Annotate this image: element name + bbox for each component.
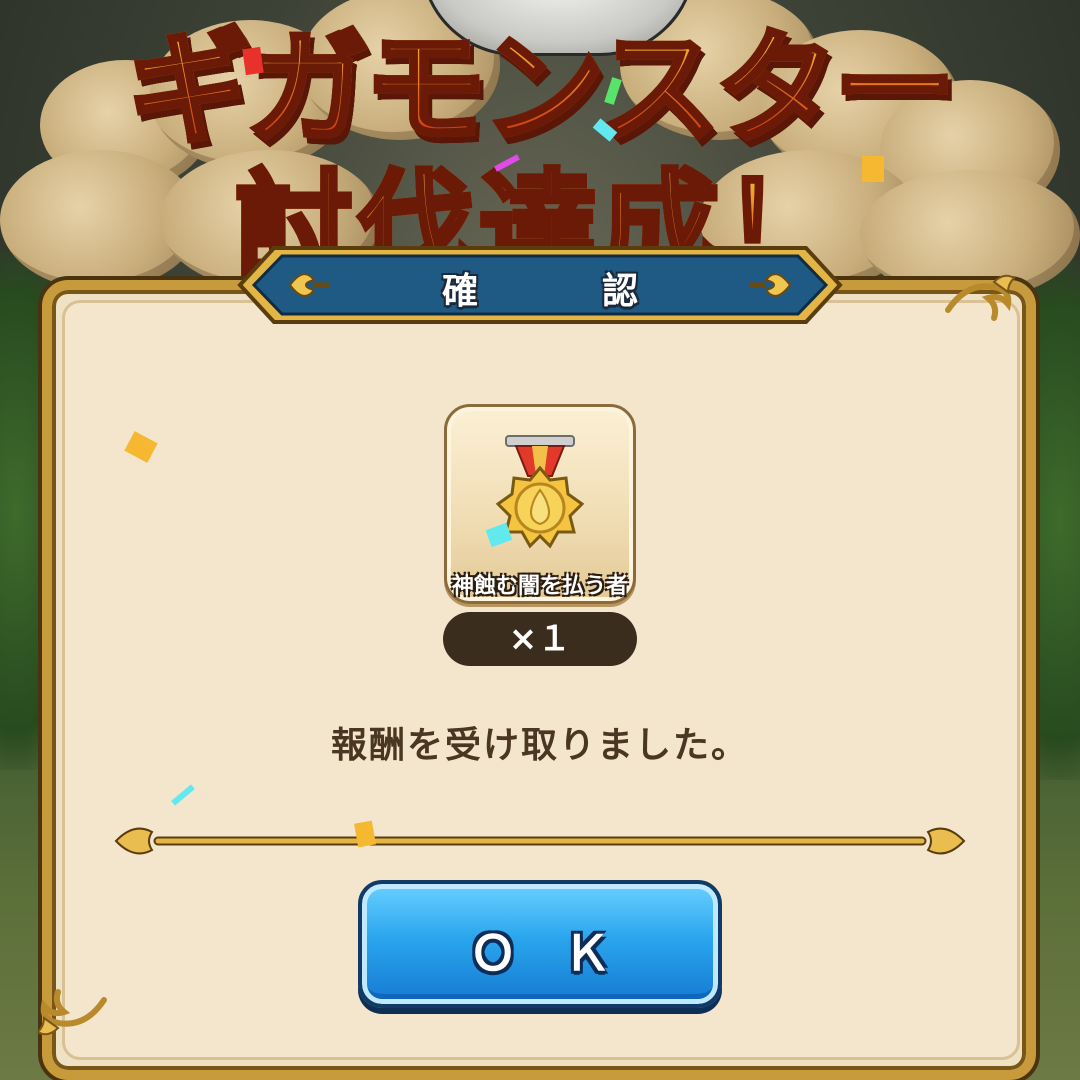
ornamental-divider — [114, 827, 966, 855]
corner-ornament-icon — [945, 274, 1016, 321]
reward-count: ×１ — [443, 612, 637, 666]
corner-ornament-icon — [36, 989, 107, 1036]
ok-button-label: ＯＫ — [468, 926, 657, 982]
dialog-title: 確 認 — [441, 271, 682, 312]
game-screen: ギガモンスター 討伐達成！ 確 認 神蝕む闇を払う者 ×１ 報酬を受け取りました… — [0, 0, 1080, 1080]
ok-button[interactable]: ＯＫ — [358, 880, 722, 1008]
reward-item-name: 神蝕む闇を払う者 — [451, 574, 628, 599]
victory-banner-line1: ギガモンスター — [0, 26, 1080, 153]
reward-received-message: 報酬を受け取りました。 — [330, 725, 749, 766]
